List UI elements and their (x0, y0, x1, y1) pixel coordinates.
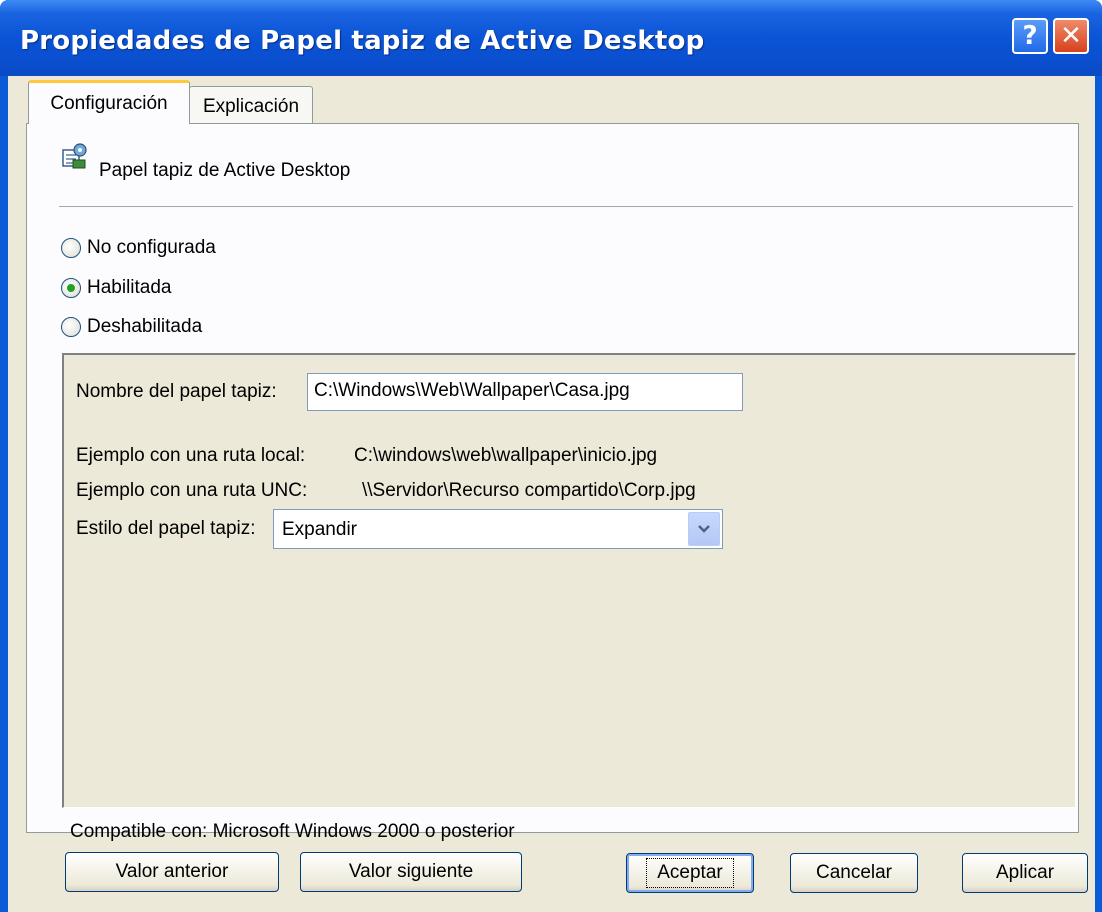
tab-panel: Papel tapiz de Active Desktop No configu… (26, 123, 1079, 892)
tab-explicacion[interactable]: Explicación (189, 86, 313, 126)
wallpaper-name-input[interactable]: C:\Windows\Web\Wallpaper\Casa.jpg (307, 373, 743, 411)
wallpaper-name-label: Nombre del papel tapiz: (76, 381, 277, 402)
radio-not-configured[interactable]: No configurada (61, 237, 216, 259)
ok-button[interactable]: Aceptar (626, 853, 754, 893)
next-setting-button[interactable]: Valor siguiente (300, 852, 522, 892)
help-button[interactable]: ? (1012, 18, 1048, 54)
radio-button-icon[interactable] (61, 278, 81, 298)
radio-label: No configurada (87, 237, 216, 258)
window-title: Propiedades de Papel tapiz de Active Des… (20, 26, 705, 56)
separator (59, 206, 1073, 207)
close-icon: ✕ (1060, 21, 1082, 51)
radio-disabled[interactable]: Deshabilitada (61, 316, 202, 338)
radio-enabled[interactable]: Habilitada (61, 277, 172, 299)
example-unc-label: Ejemplo con una ruta UNC: (76, 480, 308, 501)
previous-setting-button[interactable]: Valor anterior (65, 852, 279, 892)
example-local-label: Ejemplo con una ruta local: (76, 445, 306, 466)
wallpaper-style-label: Estilo del papel tapiz: (76, 518, 256, 539)
policy-title: Papel tapiz de Active Desktop (99, 160, 351, 181)
help-icon: ? (1022, 21, 1038, 51)
apply-button[interactable]: Aplicar (962, 853, 1088, 893)
button-label: Valor anterior (115, 861, 229, 882)
tab-label: Explicación (202, 95, 300, 117)
chevron-down-icon[interactable] (688, 512, 720, 546)
options-box: Nombre del papel tapiz: C:\Windows\Web\W… (62, 353, 1076, 808)
dialog-client-area: Configuración Explicación Papel tapiz de… (8, 76, 1095, 912)
radio-label: Deshabilitada (87, 316, 203, 337)
cancel-button[interactable]: Cancelar (790, 853, 918, 893)
example-unc-value: \\Servidor\Recurso compartido\Corp.jpg (362, 480, 696, 501)
radio-button-icon[interactable] (61, 317, 81, 337)
radio-button-icon[interactable] (61, 238, 81, 258)
button-label: Aplicar (995, 862, 1055, 883)
radio-selected-dot (67, 284, 75, 292)
dialog-window: Propiedades de Papel tapiz de Active Des… (0, 0, 1102, 912)
title-bar[interactable]: Propiedades de Papel tapiz de Active Des… (0, 0, 1102, 76)
compatibility-text: Compatible con: Microsoft Windows 2000 o… (70, 821, 515, 842)
policy-settings-icon (62, 143, 87, 169)
example-local-value: C:\windows\web\wallpaper\inicio.jpg (354, 445, 658, 466)
tab-label: Configuración (50, 92, 168, 114)
button-label: Aceptar (646, 858, 734, 888)
button-label: Cancelar (815, 862, 893, 883)
radio-label: Habilitada (87, 277, 172, 298)
tab-configuracion[interactable]: Configuración (28, 80, 190, 124)
wallpaper-style-select[interactable]: Expandir (273, 509, 723, 549)
close-button[interactable]: ✕ (1053, 18, 1089, 54)
button-label: Valor siguiente (348, 861, 474, 882)
select-value: Expandir (282, 519, 357, 540)
chevron-down-glyph (698, 525, 710, 533)
